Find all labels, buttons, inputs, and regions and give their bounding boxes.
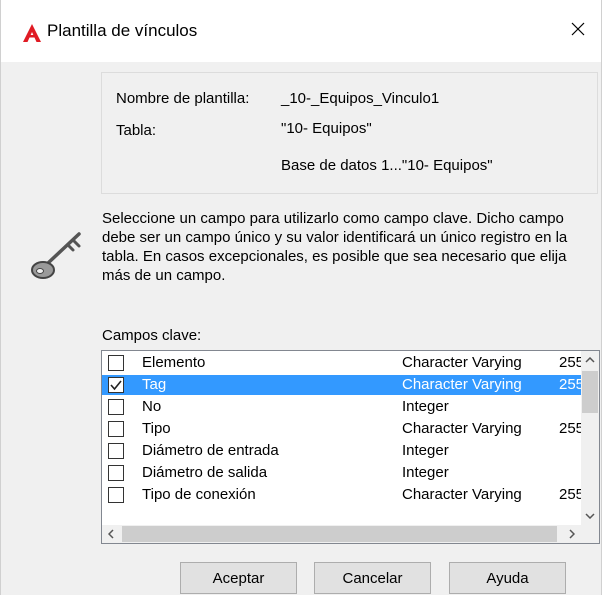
key-field-size: 255 — [559, 420, 581, 437]
key-field-type: Integer — [402, 398, 449, 415]
key-field-name: No — [142, 398, 162, 415]
key-field-size: 255 — [559, 376, 581, 393]
key-field-row[interactable]: Tipo Character Varying 255 — [102, 419, 581, 439]
autocad-a-icon — [23, 24, 41, 42]
key-field-size: 255 — [559, 354, 581, 371]
key-field-checkbox[interactable] — [108, 443, 124, 459]
key-field-row[interactable]: No Integer — [102, 397, 581, 417]
key-field-type: Integer — [402, 442, 449, 459]
horizontal-scroll-thumb[interactable] — [122, 526, 557, 542]
datasource-value: Base de datos 1..."10- Equipos" — [281, 157, 493, 174]
key-field-description: Seleccione un campo para utilizarlo como… — [102, 210, 568, 284]
key-field-checkbox[interactable] — [108, 399, 124, 415]
close-icon — [571, 22, 585, 36]
key-field-type: Character Varying — [402, 354, 522, 371]
key-field-name: Elemento — [142, 354, 206, 371]
key-field-name: Tag — [142, 376, 167, 393]
key-field-row[interactable]: Diámetro de entrada Integer — [102, 441, 581, 461]
key-field-name: Tipo de conexión — [142, 486, 256, 503]
help-button[interactable]: Ayuda — [449, 562, 566, 594]
key-field-name: Diámetro de entrada — [142, 442, 279, 459]
chevron-left-icon — [108, 529, 114, 539]
key-field-type: Character Varying — [402, 486, 522, 503]
key-field-checkbox[interactable] — [108, 355, 124, 371]
key-field-name: Tipo — [142, 420, 171, 437]
key-field-checkbox[interactable] — [108, 421, 124, 437]
link-template-dialog: Plantilla de vínculos Nombre de plantill… — [0, 0, 602, 595]
scroll-right-arrow[interactable] — [563, 525, 581, 543]
key-field-name: Diámetro de salida — [142, 464, 268, 481]
table-label: Tabla: — [116, 122, 157, 139]
table-value: "10- Equipos" — [281, 120, 372, 137]
key-field-size: 255 — [559, 486, 581, 503]
ok-button[interactable]: Aceptar — [180, 562, 297, 594]
key-field-checkbox[interactable] — [108, 377, 124, 393]
key-field-row[interactable]: Diámetro de salida Integer — [102, 463, 581, 483]
key-field-row[interactable]: Tag Character Varying 255 — [102, 375, 581, 395]
template-name-label: Nombre de plantilla: — [116, 90, 250, 107]
horizontal-scrollbar[interactable] — [102, 525, 581, 543]
key-icon — [31, 232, 81, 279]
vertical-scroll-thumb[interactable] — [582, 371, 598, 413]
key-field-type: Character Varying — [402, 420, 522, 437]
chevron-right-icon — [569, 529, 575, 539]
scrollbar-corner — [581, 525, 599, 543]
key-field-checkbox[interactable] — [108, 487, 124, 503]
title-bar: Plantilla de vínculos — [1, 0, 601, 62]
cancel-button[interactable]: Cancelar — [314, 562, 431, 594]
key-field-row[interactable]: Tipo de conexión Character Varying 255 — [102, 485, 581, 505]
checkmark-icon — [110, 380, 122, 391]
key-field-row[interactable]: Elemento Character Varying 255 — [102, 353, 581, 373]
window-title: Plantilla de vínculos — [47, 21, 198, 40]
key-fields-label: Campos clave: — [102, 327, 202, 344]
key-field-checkbox[interactable] — [108, 465, 124, 481]
key-fields-list[interactable]: Elemento Character Varying 255 Tag Character… — [101, 350, 600, 544]
template-name-value: _10-_Equipos_Vinculo1 — [281, 90, 440, 107]
scroll-left-arrow[interactable] — [102, 525, 120, 543]
key-field-type: Integer — [402, 464, 449, 481]
scroll-up-arrow[interactable] — [581, 351, 599, 369]
vertical-scrollbar[interactable] — [581, 351, 599, 525]
chevron-up-icon — [585, 357, 595, 363]
chevron-down-icon — [585, 513, 595, 519]
template-info-panel: Nombre de plantilla: _10-_Equipos_Vincul… — [101, 72, 598, 194]
close-button[interactable] — [555, 6, 601, 52]
scroll-down-arrow[interactable] — [581, 507, 599, 525]
key-field-type: Character Varying — [402, 376, 522, 393]
